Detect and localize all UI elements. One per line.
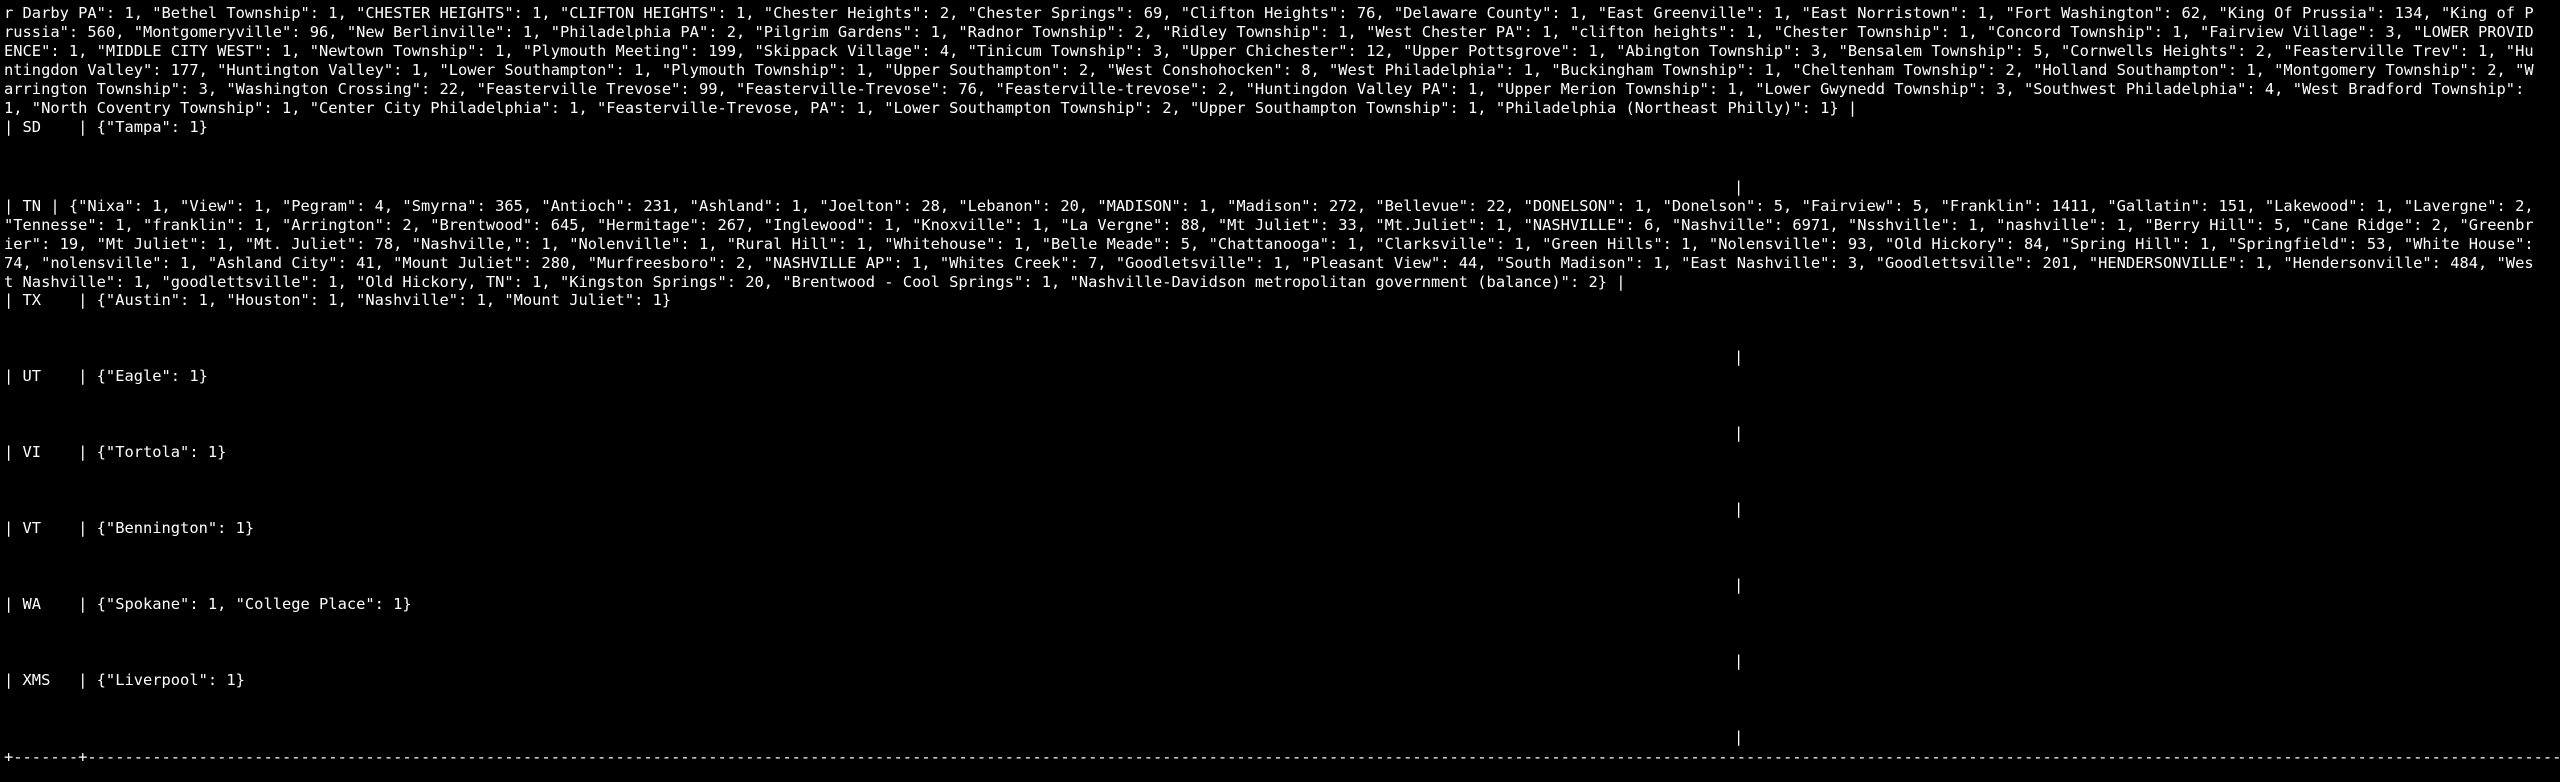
table-row-vt: | VT | {"Bennington": 1} [4,519,255,537]
table-row-vi: | VI | {"Tortola": 1} [4,443,227,461]
table-row-tx-end-pipe: | [1734,348,1744,366]
table-row-xms: | XMS | {"Liverpool": 1} [4,671,245,689]
table-row-ut-end-pipe: | [1734,424,1744,442]
table-bottom-border: +-------+-------------------------------… [4,748,2560,766]
table-row-tn: | TN | {"Nixa": 1, "View": 1, "Pegram": … [4,197,2534,291]
pa-row-continuation: r Darby PA": 1, "Bethel Township": 1, "C… [4,4,2534,117]
table-row-wa-end-pipe: | [1734,652,1744,670]
table-row-sd: | SD | {"Tampa": 1} [4,118,208,136]
table-row-tx: | TX | {"Austin": 1, "Houston": 1, "Nash… [4,291,672,309]
table-row-vt-end-pipe: | [1734,576,1744,594]
table-row-vi-end-pipe: | [1734,500,1744,518]
terminal-window[interactable]: r Darby PA": 1, "Bethel Township": 1, "C… [0,0,2560,782]
table-row-ut: | UT | {"Eagle": 1} [4,367,208,385]
table-row-xms-end-pipe: | [1734,728,1744,746]
table-row-wa: | WA | {"Spokane": 1, "College Place": 1… [4,595,412,613]
table-row-sd-end-pipe: | [1734,178,1744,196]
